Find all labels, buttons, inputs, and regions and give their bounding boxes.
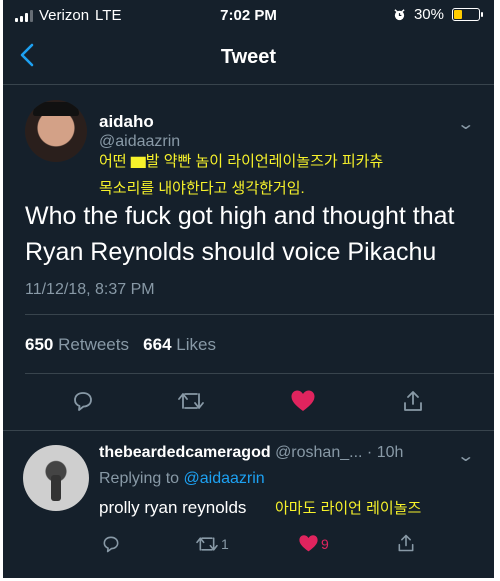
nav-header: Tweet [3,32,494,85]
retweet-icon [178,393,204,409]
avatar[interactable] [25,100,87,162]
retweet-icon [196,537,218,551]
reply-retweet-button[interactable]: 1 [195,534,229,554]
heart-icon [299,535,318,552]
replying-prefix: Replying to [99,470,180,487]
app-screen: Verizon LTE 7:02 PM 30% Tweet aidaho @ai… [3,0,494,578]
reply-reply-button[interactable] [101,534,121,554]
reply-button[interactable] [71,389,95,418]
reply-like-button[interactable]: 9 [298,534,329,553]
korean-caption-line: 목소리를 내야한다고 생각한거임. [99,180,305,197]
likes-label[interactable]: Likes [176,335,216,354]
chevron-down-icon[interactable]: ⌄ [456,114,475,134]
like-count[interactable]: 664 [143,335,171,354]
tweet-text-line: Ryan Reynolds should voice Pikachu [25,238,437,266]
reply-author-handle[interactable]: @roshan_... [275,444,362,461]
korean-caption-line: 어떤 ▆발 약빤 놈이 라이언레이놀즈가 피카츄 [99,153,384,170]
like-button[interactable] [290,389,316,418]
divider [3,430,494,431]
replying-mention[interactable]: @aidaazrin [184,470,265,487]
retweet-button[interactable] [177,389,205,418]
reply-avatar[interactable] [23,445,89,511]
retweet-count[interactable]: 650 [25,335,53,354]
divider [25,314,494,315]
divider [25,373,494,374]
tweet-timestamp: 11/12/18, 8:37 PM [25,281,155,298]
reply-header: thebeardedcameragod @roshan_... · 10h [99,444,403,462]
tweet-text: Who the fuck got high and thought that R… [25,198,485,270]
reply-icon [74,392,92,411]
share-icon [398,534,414,552]
reply-icon [103,536,119,553]
status-right: 30% [393,6,483,23]
share-button[interactable] [401,389,425,418]
alarm-icon [394,9,405,21]
reply-retweet-count: 1 [221,536,229,552]
tweet-text-line: Who the fuck got high and thought that [25,202,455,230]
battery-icon [452,8,483,21]
share-icon [404,391,422,411]
reply-time: · 10h [366,444,404,461]
reply-text: prolly ryan reynolds [99,498,247,517]
heart-icon [291,390,315,411]
author-handle[interactable]: @aidaazrin [99,133,180,151]
reply-like-count: 9 [321,535,329,552]
status-bar: Verizon LTE 7:02 PM 30% [3,0,494,32]
reply-author-name[interactable]: thebeardedcameragod [99,444,271,461]
tweet-stats: 650 Retweets 664 Likes [25,335,216,355]
retweets-label[interactable]: Retweets [58,335,129,354]
author-name[interactable]: aidaho [99,112,154,132]
reply-share-button[interactable] [396,533,416,553]
replying-to: Replying to @aidaazrin [99,470,265,488]
reply-korean-caption: 아마도 라이언 레이놀즈 [275,500,422,517]
battery-percent: 30% [413,6,444,23]
page-title: Tweet [220,46,277,68]
chevron-down-icon[interactable]: ⌄ [456,446,475,466]
